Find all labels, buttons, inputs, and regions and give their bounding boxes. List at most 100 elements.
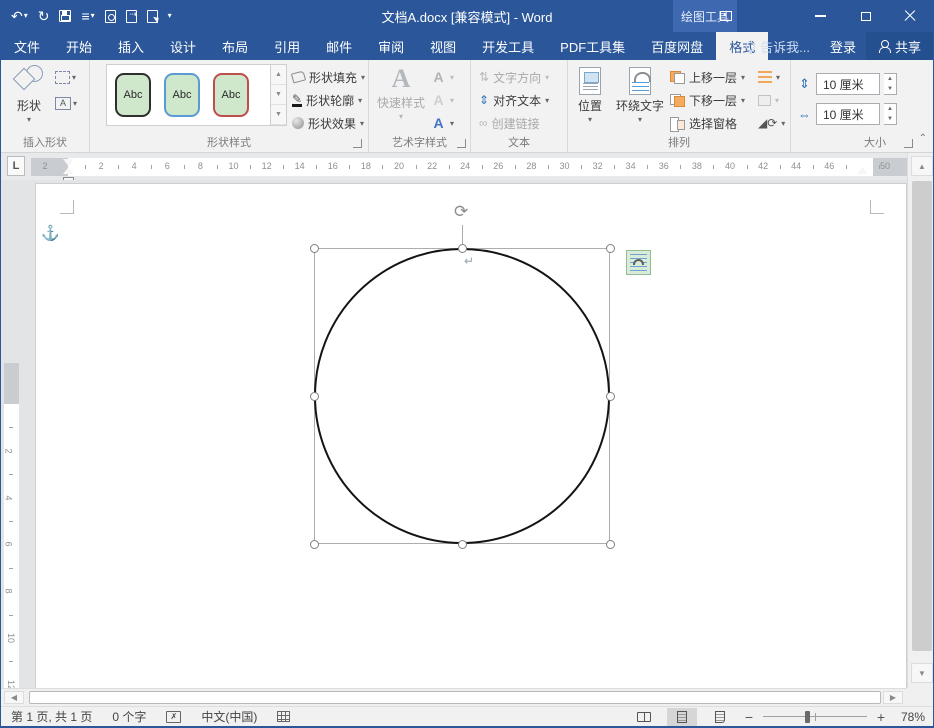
text-direction-button[interactable]: ⇅ 文字方向▾ [479,66,549,88]
tab-开始[interactable]: 开始 [53,32,105,60]
shape-style-option-2[interactable]: Abc [164,73,200,117]
tab-布局[interactable]: 布局 [209,32,261,60]
shape-width-input[interactable]: 10 厘米 [816,103,880,125]
width-spin-up[interactable]: ▲ [884,104,896,114]
resize-handle-bottom-center[interactable] [458,540,467,549]
width-spin-down[interactable]: ▼ [884,114,896,124]
collapse-ribbon-button[interactable]: ⌃ [919,133,927,144]
maximize-button[interactable] [845,0,887,32]
tab-邮件[interactable]: 邮件 [313,32,365,60]
scroll-right-button[interactable]: ▶ [883,691,903,704]
read-mode-button[interactable] [629,708,659,726]
height-spin-down[interactable]: ▼ [884,84,896,94]
quick-styles-button[interactable]: A 快速样式 ▾ [375,62,427,130]
input-mode-icon[interactable] [277,711,290,722]
ribbon-display-options-button[interactable] [705,0,747,32]
position-button[interactable]: 位置 ▾ [570,62,610,130]
tab-文件[interactable]: 文件 [1,32,53,60]
tab-PDF工具集[interactable]: PDF工具集 [547,32,638,60]
shape-style-option-1[interactable]: Abc [115,73,151,117]
tab-审阅[interactable]: 审阅 [365,32,417,60]
selection-pane-button[interactable]: 选择窗格 [670,112,737,134]
tab-开发工具[interactable]: 开发工具 [469,32,547,60]
shape-height-input[interactable]: 10 厘米 [816,73,880,95]
circle-shape[interactable] [314,248,610,544]
customize-qat-button[interactable]: ▾ [168,12,172,20]
web-layout-button[interactable] [705,708,735,726]
new-window-button[interactable] [126,10,137,23]
shape-height-spinner[interactable]: ▲▼ [884,73,897,95]
shape-effects-button[interactable]: 形状效果▾ [292,112,364,134]
word-count-status[interactable]: 0 个字 [112,708,146,725]
zoom-in-button[interactable]: + [875,709,887,725]
format-list-button[interactable]: ≡▾ [81,9,94,23]
shape-styles-dialog-launcher[interactable] [353,139,362,148]
shape-selection-box[interactable]: ⟳ [314,248,610,544]
text-box-button[interactable]: A▾ [55,92,85,114]
tab-引用[interactable]: 引用 [261,32,313,60]
tab-百度网盘[interactable]: 百度网盘 [638,32,716,60]
sign-in-button[interactable]: 登录 [820,37,866,56]
vertical-scrollbar-thumb[interactable] [912,181,932,651]
resize-handle-top-left[interactable] [310,244,319,253]
wrap-text-button[interactable]: 环绕文字 ▾ [612,62,668,130]
format-list-dropdown-icon[interactable]: ▾ [91,12,95,20]
undo-dropdown-icon[interactable]: ▾ [24,12,28,20]
zoom-slider-thumb[interactable] [805,711,810,723]
horizontal-scrollbar-thumb[interactable] [29,691,881,704]
resize-handle-top-center[interactable] [458,244,467,253]
tell-me-button[interactable]: 告诉我... [736,37,820,56]
shape-style-option-3[interactable]: Abc [213,73,249,117]
gallery-up-button[interactable]: ▲ [271,65,286,85]
print-preview-button[interactable] [105,10,116,23]
scroll-down-button[interactable]: ▼ [911,663,933,683]
undo-button[interactable]: ↶▾ [11,9,28,23]
text-effects-button[interactable]: A▾ [431,112,454,134]
zoom-percentage[interactable]: 78% [895,710,925,724]
language-status[interactable]: 中文(中国) [201,708,257,725]
gallery-more-button[interactable]: ▼ [271,105,286,125]
resize-handle-top-right[interactable] [606,244,615,253]
tab-插入[interactable]: 插入 [105,32,157,60]
shape-fill-button[interactable]: 形状填充▾ [292,66,365,88]
group-objects-button[interactable]: ▾ [758,89,779,111]
shape-outline-button[interactable]: ✎ 形状轮廓▾ [292,89,362,111]
shapes-button[interactable]: 形状 ▾ [7,62,51,130]
gallery-down-button[interactable]: ▼ [271,85,286,105]
bring-forward-button[interactable]: 上移一层▾ [670,66,745,88]
shape-width-spinner[interactable]: ▲▼ [884,103,897,125]
resize-handle-bottom-left[interactable] [310,540,319,549]
tab-stop-selector[interactable]: L [7,156,25,176]
align-objects-button[interactable]: ▾ [758,66,780,88]
proofing-status-icon[interactable]: ✗ [166,711,181,723]
page-number-status[interactable]: 第 1 页, 共 1 页 [11,708,92,725]
send-backward-button[interactable]: 下移一层▾ [670,89,745,111]
scroll-up-button[interactable]: ▲ [911,156,933,176]
save-button[interactable] [59,10,71,22]
resize-handle-middle-right[interactable] [606,392,615,401]
align-text-button[interactable]: ⇕ 对齐文本▾ [479,89,549,111]
tab-设计[interactable]: 设计 [157,32,209,60]
edit-shape-button[interactable]: ▾ [55,66,85,88]
zoom-slider[interactable] [763,710,867,724]
wordart-dialog-launcher[interactable] [457,139,466,148]
vertical-scrollbar[interactable]: ▲ ▼ [907,153,934,688]
horizontal-scrollbar[interactable]: ◀ ▶ [1,688,907,706]
text-outline-button[interactable]: A▾ [431,89,454,111]
resize-handle-bottom-right[interactable] [606,540,615,549]
rotate-objects-button[interactable]: ◢⟳▾ [758,112,785,134]
height-spin-up[interactable]: ▲ [884,74,896,84]
zoom-out-button[interactable]: − [743,709,755,725]
resize-handle-middle-left[interactable] [310,392,319,401]
scroll-left-button[interactable]: ◀ [4,691,24,704]
rotation-handle[interactable]: ⟳ [454,202,468,222]
close-button[interactable] [889,0,931,32]
print-layout-button[interactable] [667,708,697,726]
minimize-button[interactable] [799,0,841,32]
create-link-button[interactable]: ∞ 创建链接 [479,112,540,134]
size-dialog-launcher[interactable] [904,139,913,148]
tab-视图[interactable]: 视图 [417,32,469,60]
select-object-button[interactable] [147,10,158,23]
text-fill-button[interactable]: A▾ [431,66,454,88]
share-button[interactable]: 共享 [866,32,933,60]
